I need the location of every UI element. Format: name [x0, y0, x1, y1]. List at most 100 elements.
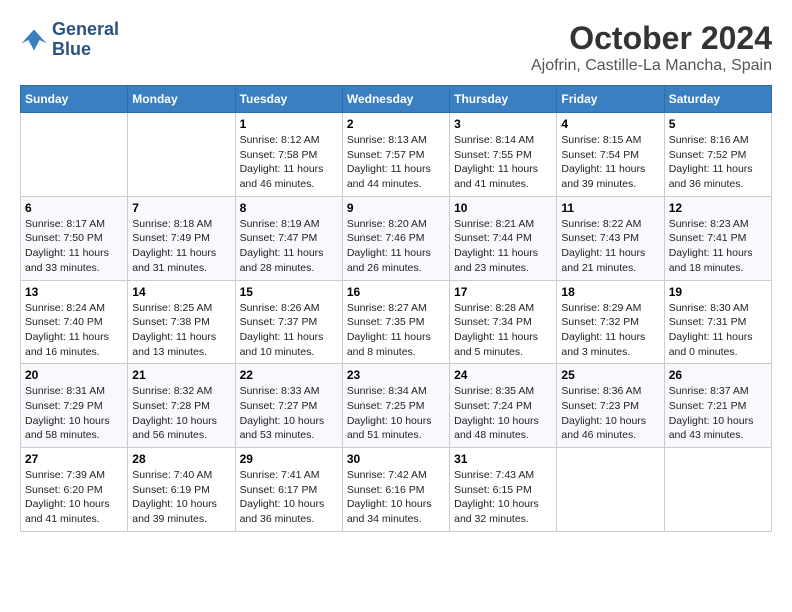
- logo: General Blue: [20, 20, 119, 60]
- day-number: 22: [240, 368, 338, 382]
- calendar-cell: 11 Sunrise: 8:22 AM Sunset: 7:43 PM Dayli…: [557, 196, 664, 280]
- day-info: Sunrise: 7:42 AM Sunset: 6:16 PM Dayligh…: [347, 468, 445, 527]
- calendar-cell: 21 Sunrise: 8:32 AM Sunset: 7:28 PM Dayli…: [128, 364, 235, 448]
- day-number: 7: [132, 201, 230, 215]
- day-info: Sunrise: 8:18 AM Sunset: 7:49 PM Dayligh…: [132, 217, 230, 276]
- header-cell-wednesday: Wednesday: [342, 86, 449, 113]
- day-number: 18: [561, 285, 659, 299]
- day-number: 19: [669, 285, 767, 299]
- calendar-table: SundayMondayTuesdayWednesdayThursdayFrid…: [20, 85, 772, 532]
- calendar-cell: 9 Sunrise: 8:20 AM Sunset: 7:46 PM Daylig…: [342, 196, 449, 280]
- header-cell-tuesday: Tuesday: [235, 86, 342, 113]
- day-number: 26: [669, 368, 767, 382]
- day-info: Sunrise: 8:15 AM Sunset: 7:54 PM Dayligh…: [561, 133, 659, 192]
- day-number: 8: [240, 201, 338, 215]
- day-info: Sunrise: 8:29 AM Sunset: 7:32 PM Dayligh…: [561, 301, 659, 360]
- day-info: Sunrise: 8:32 AM Sunset: 7:28 PM Dayligh…: [132, 384, 230, 443]
- title-area: October 2024 Ajofrin, Castille-La Mancha…: [531, 20, 772, 75]
- logo-icon: [20, 26, 48, 54]
- calendar-cell: 19 Sunrise: 8:30 AM Sunset: 7:31 PM Dayli…: [664, 280, 771, 364]
- calendar-cell: [664, 448, 771, 532]
- calendar-cell: 20 Sunrise: 8:31 AM Sunset: 7:29 PM Dayli…: [21, 364, 128, 448]
- calendar-cell: [557, 448, 664, 532]
- day-info: Sunrise: 8:37 AM Sunset: 7:21 PM Dayligh…: [669, 384, 767, 443]
- day-number: 24: [454, 368, 552, 382]
- day-number: 17: [454, 285, 552, 299]
- calendar-cell: 28 Sunrise: 7:40 AM Sunset: 6:19 PM Dayli…: [128, 448, 235, 532]
- header: General Blue October 2024 Ajofrin, Casti…: [20, 20, 772, 75]
- day-info: Sunrise: 8:36 AM Sunset: 7:23 PM Dayligh…: [561, 384, 659, 443]
- day-info: Sunrise: 8:20 AM Sunset: 7:46 PM Dayligh…: [347, 217, 445, 276]
- location-title: Ajofrin, Castille-La Mancha, Spain: [531, 57, 772, 75]
- calendar-cell: 10 Sunrise: 8:21 AM Sunset: 7:44 PM Dayli…: [450, 196, 557, 280]
- day-number: 15: [240, 285, 338, 299]
- day-info: Sunrise: 8:27 AM Sunset: 7:35 PM Dayligh…: [347, 301, 445, 360]
- day-info: Sunrise: 8:22 AM Sunset: 7:43 PM Dayligh…: [561, 217, 659, 276]
- calendar-cell: 24Sunrise: 8:35 AM Sunset: 7:24 PM Dayli…: [450, 364, 557, 448]
- calendar-week-5: 27Sunrise: 7:39 AM Sunset: 6:20 PM Dayli…: [21, 448, 772, 532]
- day-info: Sunrise: 8:24 AM Sunset: 7:40 PM Dayligh…: [25, 301, 123, 360]
- day-number: 16: [347, 285, 445, 299]
- day-info: Sunrise: 7:43 AM Sunset: 6:15 PM Dayligh…: [454, 468, 552, 527]
- calendar-cell: 3Sunrise: 8:14 AM Sunset: 7:55 PM Daylig…: [450, 113, 557, 197]
- calendar-cell: 15 Sunrise: 8:26 AM Sunset: 7:37 PM Dayli…: [235, 280, 342, 364]
- calendar-cell: 8 Sunrise: 8:19 AM Sunset: 7:47 PM Daylig…: [235, 196, 342, 280]
- day-info: Sunrise: 8:30 AM Sunset: 7:31 PM Dayligh…: [669, 301, 767, 360]
- calendar-cell: 25 Sunrise: 8:36 AM Sunset: 7:23 PM Dayli…: [557, 364, 664, 448]
- calendar-cell: 5Sunrise: 8:16 AM Sunset: 7:52 PM Daylig…: [664, 113, 771, 197]
- calendar-cell: 27Sunrise: 7:39 AM Sunset: 6:20 PM Dayli…: [21, 448, 128, 532]
- day-info: Sunrise: 8:31 AM Sunset: 7:29 PM Dayligh…: [25, 384, 123, 443]
- day-number: 10: [454, 201, 552, 215]
- day-info: Sunrise: 8:26 AM Sunset: 7:37 PM Dayligh…: [240, 301, 338, 360]
- day-info: Sunrise: 7:41 AM Sunset: 6:17 PM Dayligh…: [240, 468, 338, 527]
- logo-text-line2: Blue: [52, 40, 119, 60]
- calendar-cell: 18 Sunrise: 8:29 AM Sunset: 7:32 PM Dayli…: [557, 280, 664, 364]
- calendar-week-2: 6 Sunrise: 8:17 AM Sunset: 7:50 PM Daylig…: [21, 196, 772, 280]
- header-cell-monday: Monday: [128, 86, 235, 113]
- calendar-cell: 13Sunrise: 8:24 AM Sunset: 7:40 PM Dayli…: [21, 280, 128, 364]
- header-cell-saturday: Saturday: [664, 86, 771, 113]
- calendar-cell: 23Sunrise: 8:34 AM Sunset: 7:25 PM Dayli…: [342, 364, 449, 448]
- day-number: 6: [25, 201, 123, 215]
- calendar-cell: [128, 113, 235, 197]
- day-info: Sunrise: 8:23 AM Sunset: 7:41 PM Dayligh…: [669, 217, 767, 276]
- day-number: 25: [561, 368, 659, 382]
- day-info: Sunrise: 8:21 AM Sunset: 7:44 PM Dayligh…: [454, 217, 552, 276]
- header-cell-sunday: Sunday: [21, 86, 128, 113]
- calendar-cell: 22 Sunrise: 8:33 AM Sunset: 7:27 PM Dayli…: [235, 364, 342, 448]
- calendar-body: 1 Sunrise: 8:12 AM Sunset: 7:58 PM Daylig…: [21, 113, 772, 532]
- day-number: 2: [347, 117, 445, 131]
- day-info: Sunrise: 8:33 AM Sunset: 7:27 PM Dayligh…: [240, 384, 338, 443]
- calendar-cell: 7 Sunrise: 8:18 AM Sunset: 7:49 PM Daylig…: [128, 196, 235, 280]
- day-number: 27: [25, 452, 123, 466]
- day-info: Sunrise: 8:28 AM Sunset: 7:34 PM Dayligh…: [454, 301, 552, 360]
- calendar-cell: 31 Sunrise: 7:43 AM Sunset: 6:15 PM Dayli…: [450, 448, 557, 532]
- day-number: 1: [240, 117, 338, 131]
- calendar-cell: 4 Sunrise: 8:15 AM Sunset: 7:54 PM Daylig…: [557, 113, 664, 197]
- day-number: 9: [347, 201, 445, 215]
- day-info: Sunrise: 8:17 AM Sunset: 7:50 PM Dayligh…: [25, 217, 123, 276]
- day-number: 4: [561, 117, 659, 131]
- logo-text-line1: General: [52, 20, 119, 40]
- day-number: 11: [561, 201, 659, 215]
- day-info: Sunrise: 7:40 AM Sunset: 6:19 PM Dayligh…: [132, 468, 230, 527]
- day-number: 3: [454, 117, 552, 131]
- calendar-week-3: 13Sunrise: 8:24 AM Sunset: 7:40 PM Dayli…: [21, 280, 772, 364]
- calendar-header-row: SundayMondayTuesdayWednesdayThursdayFrid…: [21, 86, 772, 113]
- day-number: 21: [132, 368, 230, 382]
- calendar-cell: 29 Sunrise: 7:41 AM Sunset: 6:17 PM Dayli…: [235, 448, 342, 532]
- day-number: 20: [25, 368, 123, 382]
- header-cell-thursday: Thursday: [450, 86, 557, 113]
- calendar-cell: 2Sunrise: 8:13 AM Sunset: 7:57 PM Daylig…: [342, 113, 449, 197]
- day-number: 31: [454, 452, 552, 466]
- day-info: Sunrise: 8:19 AM Sunset: 7:47 PM Dayligh…: [240, 217, 338, 276]
- day-number: 29: [240, 452, 338, 466]
- calendar-week-1: 1 Sunrise: 8:12 AM Sunset: 7:58 PM Daylig…: [21, 113, 772, 197]
- day-number: 14: [132, 285, 230, 299]
- calendar-cell: 26 Sunrise: 8:37 AM Sunset: 7:21 PM Dayli…: [664, 364, 771, 448]
- day-number: 5: [669, 117, 767, 131]
- calendar-cell: 6 Sunrise: 8:17 AM Sunset: 7:50 PM Daylig…: [21, 196, 128, 280]
- day-info: Sunrise: 8:12 AM Sunset: 7:58 PM Dayligh…: [240, 133, 338, 192]
- calendar-cell: 30Sunrise: 7:42 AM Sunset: 6:16 PM Dayli…: [342, 448, 449, 532]
- day-number: 28: [132, 452, 230, 466]
